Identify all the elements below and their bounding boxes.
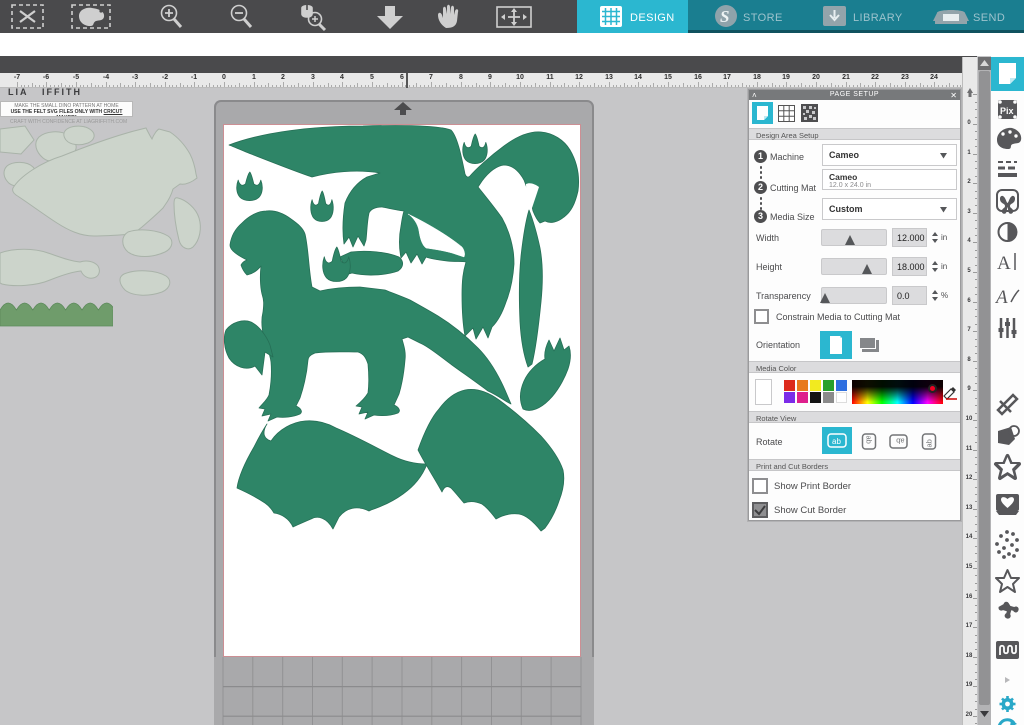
svg-text:LIBRARY: LIBRARY xyxy=(853,12,903,24)
svg-text:SEND: SEND xyxy=(973,12,1005,24)
svg-text:ab: ab xyxy=(832,437,841,446)
svg-text:ab: ab xyxy=(896,437,904,446)
svg-text:DESIGN: DESIGN xyxy=(630,12,675,24)
svg-text:ab: ab xyxy=(925,439,934,447)
svg-text:Pix: Pix xyxy=(1000,106,1014,116)
svg-text:STORE: STORE xyxy=(743,12,783,24)
svg-text:S: S xyxy=(720,7,729,26)
svg-text:ab: ab xyxy=(865,436,874,444)
svg-text:A: A xyxy=(997,253,1011,274)
svg-text:A: A xyxy=(994,287,1008,308)
